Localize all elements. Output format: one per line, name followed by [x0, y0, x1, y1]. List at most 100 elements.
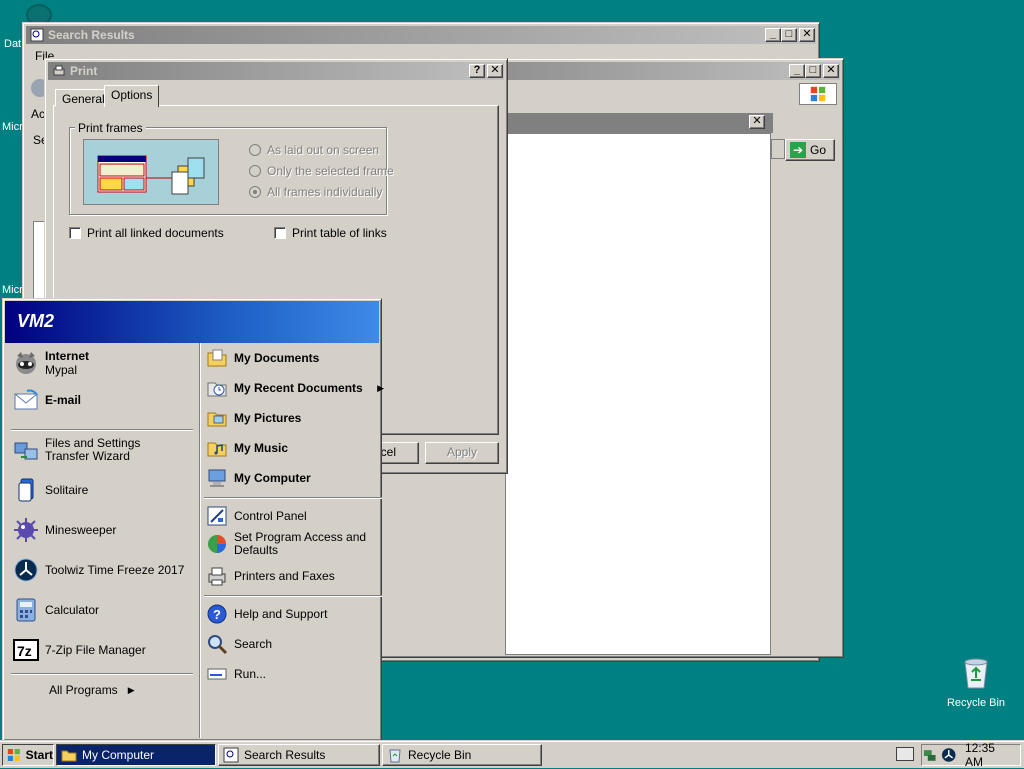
browser-maximize-button[interactable]: □ — [805, 64, 821, 78]
start-item-calculator[interactable]: Calculator — [13, 597, 99, 623]
task-recycle-bin[interactable]: Recycle Bin — [382, 744, 542, 766]
minesweeper-label: Minesweeper — [45, 523, 117, 537]
start-item-transfer-wizard[interactable]: Files and Settings Transfer Wizard — [13, 437, 185, 463]
start-item-email[interactable]: E-mail — [13, 387, 81, 413]
folder-icon — [61, 750, 77, 762]
clock-icon[interactable] — [941, 747, 956, 763]
print-frames-preview — [83, 139, 219, 205]
task-search-results[interactable]: Search Results — [218, 744, 380, 766]
printers-faxes-label: Printers and Faxes — [234, 569, 335, 583]
start-item-my-computer[interactable]: My Computer — [206, 467, 311, 489]
radio-circle — [249, 144, 261, 156]
start-item-solitaire[interactable]: Solitaire — [13, 477, 88, 503]
arrow-right-icon: ▶ — [377, 382, 384, 393]
recycle-bin-label: Recycle Bin — [946, 697, 1006, 709]
radio-as-laid-out[interactable]: As laid out on screen — [249, 143, 379, 157]
start-menu-right-pane: My Documents My Recent Documents ▶ My Pi… — [199, 343, 384, 738]
print-close-button[interactable]: ✕ — [487, 64, 503, 78]
start-item-my-documents[interactable]: My Documents — [206, 347, 319, 369]
recycle-bin-icon — [964, 658, 988, 689]
start-item-my-pictures[interactable]: My Pictures — [206, 407, 301, 429]
search-partial-label: Ac — [31, 107, 46, 121]
start-item-search[interactable]: Search — [206, 633, 272, 655]
email-title: E-mail — [45, 393, 82, 407]
recycle-bin-desktop-icon[interactable]: Recycle Bin — [944, 656, 1008, 709]
7zip-label: 7-Zip File Manager — [45, 643, 146, 657]
transfer-wizard-label: Files and Settings Transfer Wizard — [45, 436, 141, 463]
print-table-links-checkbox[interactable]: Print table of links — [274, 226, 387, 240]
clock-icon — [14, 558, 38, 582]
arrow-right-icon: ▶ — [127, 684, 135, 695]
recent-documents-label: My Recent Documents — [234, 381, 363, 395]
network-icon[interactable] — [922, 747, 937, 763]
search-results-titlebar[interactable]: Search Results — [26, 26, 816, 44]
tray-clock[interactable]: 12:35 AM — [965, 741, 1014, 769]
inner-frame-close-button[interactable]: ✕ — [749, 115, 765, 129]
apply-button[interactable]: Apply — [425, 442, 499, 464]
internet-subtitle: Mypal — [45, 363, 78, 377]
print-help-button[interactable]: ? — [469, 64, 485, 78]
start-item-timefreeze[interactable]: Toolwiz Time Freeze 2017 — [13, 557, 184, 583]
task-my-computer[interactable]: My Computer — [56, 744, 216, 766]
search-minimize-button[interactable]: _ — [765, 28, 781, 42]
browser-content[interactable] — [505, 133, 771, 655]
start-item-run[interactable]: Run... — [206, 663, 266, 685]
print-titlebar[interactable]: Print — [48, 62, 504, 80]
search-window-icon — [223, 747, 239, 763]
check-linked-label: Print all linked documents — [87, 226, 224, 240]
start-menu-user: VM2 — [5, 301, 379, 343]
search-results-title: Search Results — [48, 28, 135, 42]
calculator-label: Calculator — [45, 603, 100, 617]
radio-frames-individually[interactable]: All frames individually — [249, 185, 382, 199]
desktop-label-partial: Micr — [2, 284, 23, 296]
start-item-minesweeper[interactable]: Minesweeper — [13, 517, 116, 543]
windows-logo-icon — [7, 749, 20, 761]
start-item-set-program-access[interactable]: Set Program Access and Defaults — [206, 531, 370, 557]
go-button[interactable]: ➔ Go — [785, 139, 835, 161]
radio-circle — [249, 186, 261, 198]
go-label: Go — [810, 143, 827, 157]
keyboard-icon[interactable] — [896, 747, 914, 761]
browser-close-button[interactable]: ✕ — [823, 64, 839, 78]
my-documents-label: My Documents — [234, 351, 320, 365]
start-item-help-support[interactable]: ? Help and Support — [206, 603, 327, 625]
start-left-separator — [11, 673, 193, 675]
windows-logo-icon — [799, 83, 837, 105]
print-linked-docs-checkbox[interactable]: Print all linked documents — [69, 226, 224, 240]
printer-title-icon — [53, 65, 65, 76]
search-maximize-button[interactable]: □ — [781, 28, 797, 42]
recent-documents-icon — [207, 382, 227, 397]
start-item-internet[interactable]: Internet Mypal — [13, 349, 89, 377]
check-table-label: Print table of links — [292, 226, 387, 240]
help-icon: ? — [207, 604, 227, 624]
print-title: Print — [70, 64, 98, 78]
tab-options[interactable]: Options — [104, 85, 160, 107]
start-button[interactable]: Start — [2, 744, 54, 766]
taskbar: Start My Computer Search Results Recycle… — [0, 740, 1024, 769]
start-item-my-music[interactable]: My Music — [206, 437, 288, 459]
timefreeze-label: Toolwiz Time Freeze 2017 — [45, 563, 185, 577]
browser-minimize-button[interactable]: _ — [789, 64, 805, 78]
all-programs-button[interactable]: All Programs ▶ — [49, 683, 135, 697]
run-label: Run... — [234, 667, 267, 681]
radio-label: All frames individually — [267, 185, 383, 199]
radio-label: Only the selected frame — [267, 164, 394, 178]
start-item-control-panel[interactable]: Control Panel — [206, 505, 307, 527]
start-item-7zip[interactable]: 7z 7-Zip File Manager — [13, 637, 146, 663]
address-dropdown[interactable] — [771, 139, 785, 159]
start-item-recent-documents[interactable]: My Recent Documents ▶ — [206, 377, 384, 399]
system-tray: 12:35 AM — [921, 741, 1021, 769]
checkbox-box — [274, 227, 286, 239]
folder-documents-icon — [207, 349, 227, 367]
start-item-printers-faxes[interactable]: Printers and Faxes — [206, 565, 335, 587]
start-right-separator — [204, 595, 382, 597]
search-icon — [208, 635, 228, 655]
search-close-button[interactable]: ✕ — [799, 28, 815, 42]
7z-icon: 7z — [13, 639, 39, 661]
run-icon — [207, 668, 227, 680]
radio-selected-frame[interactable]: Only the selected frame — [249, 164, 394, 178]
solitaire-label: Solitaire — [45, 483, 89, 497]
computer-icon — [208, 469, 226, 487]
transfer-wizard-icon — [14, 442, 38, 460]
all-programs-label: All Programs — [49, 683, 118, 697]
